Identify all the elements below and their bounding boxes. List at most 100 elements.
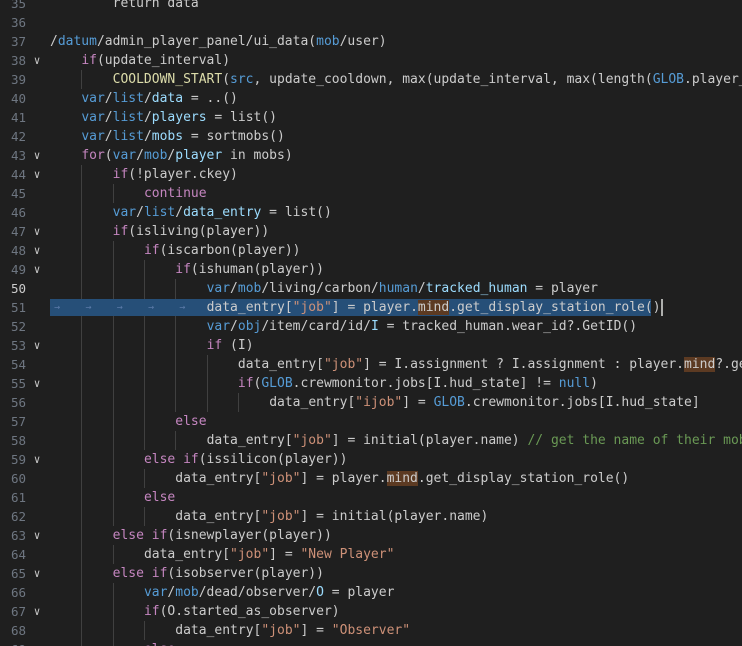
code-text: continue xyxy=(144,184,207,203)
fold-chevron-icon[interactable]: ∨ xyxy=(30,450,44,469)
code-line[interactable]: 53 ∨ if (I) xyxy=(0,336,742,355)
code-token: "job" xyxy=(230,547,270,562)
code-line[interactable]: 40 var/list/data = ..() xyxy=(0,89,742,108)
indent-guide xyxy=(175,355,177,374)
indent-guide xyxy=(81,241,83,260)
code-line[interactable]: 44 ∨ if(!player.ckey) xyxy=(0,165,742,184)
fold-chevron-icon[interactable]: ∨ xyxy=(30,260,44,279)
code-text: if(update_interval) xyxy=(81,51,230,70)
code-token: COOLDOWN_START xyxy=(112,72,223,87)
code-line[interactable]: 42 var/list/mobs = sortmobs() xyxy=(0,127,742,146)
code-token: = ..() xyxy=(183,91,238,106)
fold-chevron-icon[interactable]: ∨ xyxy=(30,526,44,545)
code-line[interactable]: 36 xyxy=(0,13,742,32)
code-token: list xyxy=(112,129,144,144)
code-text: else xyxy=(175,412,206,431)
code-text: return data xyxy=(81,0,199,13)
tab-whitespace-arrow-icon: → xyxy=(116,302,123,313)
code-token: data_entry xyxy=(183,205,262,220)
code-line[interactable]: 63 ∨ else if(isnewplayer(player)) xyxy=(0,526,742,545)
indent-guide xyxy=(81,203,83,222)
code-line[interactable]: 45 continue xyxy=(0,184,742,203)
code-line[interactable]: 65 ∨ else if(isobserver(player)) xyxy=(0,564,742,583)
code-line[interactable]: 49 ∨ if(ishuman(player)) xyxy=(0,260,742,279)
code-token: .crewmonitor.jobs[I.hud_state] xyxy=(464,395,700,410)
line-number: 55 xyxy=(10,376,26,391)
code-line[interactable]: 43 ∨ for(var/mob/player in mobs) xyxy=(0,146,742,165)
code-line[interactable]: 61 else xyxy=(0,488,742,507)
code-line[interactable]: 50 var/mob/living/carbon/human/tracked_hu… xyxy=(0,279,742,298)
code-line[interactable]: 56 data_entry["ijob"] = GLOB.crewmonitor.… xyxy=(0,393,742,412)
code-line[interactable]: 62 data_entry["job"] = initial(player.nam… xyxy=(0,507,742,526)
code-line[interactable]: 48 ∨ if(iscarbon(player)) xyxy=(0,241,742,260)
code-line[interactable]: 37/datum/admin_player_panel/ui_data(mob/… xyxy=(0,32,742,51)
code-line[interactable]: 38 ∨ if(update_interval) xyxy=(0,51,742,70)
code-line[interactable]: 54 data_entry["job"] = I.assignment ? I.a… xyxy=(0,355,742,374)
code-line[interactable]: 35 return data xyxy=(0,0,742,13)
code-line[interactable]: 64 data_entry["job"] = "New Player" xyxy=(0,545,742,564)
code-token: (iscarbon(player)) xyxy=(159,243,301,258)
code-line[interactable]: 66 var/mob/dead/observer/O = player xyxy=(0,583,742,602)
indent-guide xyxy=(112,260,114,279)
fold-chevron-icon[interactable]: ∨ xyxy=(30,602,44,621)
code-line[interactable]: 60 data_entry["job"] = player.mind.get_di… xyxy=(0,469,742,488)
code-token: = list() xyxy=(261,205,332,220)
code-line[interactable]: 57 else xyxy=(0,412,742,431)
code-line[interactable]: 67 ∨ if(O.started_as_observer) xyxy=(0,602,742,621)
code-line[interactable]: 58 data_entry["job"] = initial(player.nam… xyxy=(0,431,742,450)
indent-guide xyxy=(112,450,114,469)
code-token: list xyxy=(112,91,144,106)
code-line[interactable]: 41 var/list/players = list() xyxy=(0,108,742,127)
line-number: 59 xyxy=(10,452,26,467)
fold-chevron-icon[interactable]: ∨ xyxy=(30,51,44,70)
indent-guide xyxy=(143,621,145,640)
line-number: 56 xyxy=(10,395,26,410)
code-token: else if xyxy=(112,566,168,581)
code-text: else if(isnewplayer(player)) xyxy=(113,526,332,545)
line-number: 63 xyxy=(10,528,26,543)
code-token: "job" xyxy=(292,300,332,315)
line-number: 64 xyxy=(10,547,26,562)
code-token: tracked_human xyxy=(425,281,528,296)
code-line[interactable]: 51 → → → → → data_entry["job"] = player.mind.g… xyxy=(0,298,742,317)
code-token: continue xyxy=(143,186,207,201)
code-line[interactable]: 52 var/obj/item/card/id/I = tracked_human… xyxy=(0,317,742,336)
code-token: mobs xyxy=(151,129,184,144)
fold-chevron-icon[interactable]: ∨ xyxy=(30,374,44,393)
code-token: GLOB xyxy=(652,72,684,87)
code-token: /admin_player_panel/ui_data( xyxy=(96,34,317,49)
code-token: / xyxy=(104,129,113,144)
line-number: 43 xyxy=(10,148,26,163)
code-token: "job" xyxy=(261,623,301,638)
indent-guide xyxy=(81,279,83,298)
code-line[interactable]: 69 else xyxy=(0,640,742,646)
code-token: human xyxy=(378,281,418,296)
code-editor[interactable]: 35 return data 36 37/datum/admin_player_pa… xyxy=(0,0,742,646)
code-text: else if(isobserver(player)) xyxy=(113,564,324,583)
code-line[interactable]: 46 var/list/data_entry = list() xyxy=(0,203,742,222)
code-line[interactable]: 59 ∨ else if(issilicon(player)) xyxy=(0,450,742,469)
code-line[interactable]: 47 ∨ if(isliving(player)) xyxy=(0,222,742,241)
code-token: = player xyxy=(527,281,598,296)
code-token: / xyxy=(175,205,184,220)
fold-chevron-icon[interactable]: ∨ xyxy=(30,241,44,260)
line-number: 37 xyxy=(10,34,26,49)
fold-chevron-icon[interactable]: ∨ xyxy=(30,146,44,165)
code-line[interactable]: 39 COOLDOWN_START(src, update_cooldown, m… xyxy=(0,70,742,89)
code-token: O xyxy=(316,585,324,600)
code-token: data_entry[ xyxy=(143,547,231,562)
fold-chevron-icon[interactable]: ∨ xyxy=(30,564,44,583)
code-line[interactable]: 55 ∨ if(GLOB.crewmonitor.jobs[I.hud_state]… xyxy=(0,374,742,393)
code-token: GLOB xyxy=(433,395,465,410)
code-token: else xyxy=(143,490,176,505)
code-line[interactable]: 68 data_entry["job"] = "Observer" xyxy=(0,621,742,640)
fold-chevron-icon[interactable]: ∨ xyxy=(30,165,44,184)
code-text: /datum/admin_player_panel/ui_data(mob/us… xyxy=(50,32,387,51)
fold-chevron-icon[interactable]: ∨ xyxy=(30,222,44,241)
fold-chevron-icon[interactable]: ∨ xyxy=(30,336,44,355)
indent-guide xyxy=(143,412,145,431)
code-token: var xyxy=(112,148,137,163)
indent-guide xyxy=(81,640,83,646)
code-token: // get the name of their mob xyxy=(527,433,742,448)
indent-guide xyxy=(81,488,83,507)
